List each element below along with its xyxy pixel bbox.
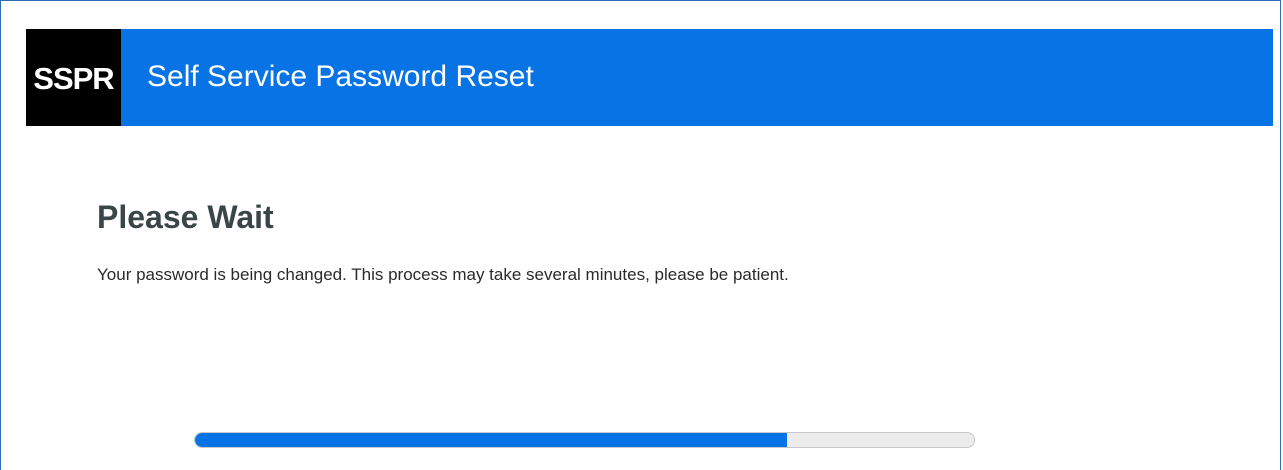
app-title: Self Service Password Reset xyxy=(147,59,534,93)
app-window: SSPR Self Service Password Reset Please … xyxy=(0,0,1281,470)
page-title: Please Wait xyxy=(97,199,274,235)
header-bar: SSPR Self Service Password Reset xyxy=(26,29,1273,126)
progress-bar-fill xyxy=(195,433,788,447)
sspr-logo: SSPR xyxy=(26,29,121,126)
status-message: Your password is being changed. This pro… xyxy=(97,265,789,284)
progress-bar xyxy=(194,432,975,448)
